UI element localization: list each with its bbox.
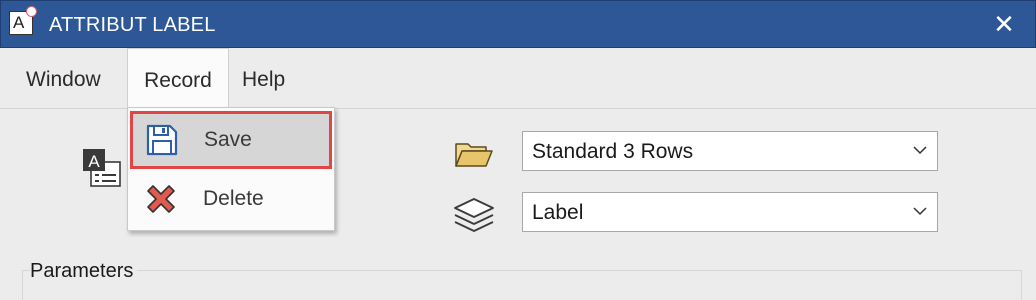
- app-icon: A: [9, 6, 37, 35]
- save-icon: [146, 124, 178, 156]
- app-icon-badge: [26, 6, 37, 17]
- title-bar: A ATTRIBUT LABEL ✕: [0, 0, 1036, 48]
- layers-icon: [454, 198, 494, 232]
- chevron-down-icon: [913, 207, 927, 216]
- template-select[interactable]: Standard 3 Rows: [522, 131, 938, 171]
- template-select-value: Standard 3 Rows: [532, 140, 694, 163]
- parameters-group: [22, 270, 1022, 300]
- delete-icon: [147, 185, 175, 213]
- menu-item-save-label: Save: [204, 128, 252, 151]
- menu-record[interactable]: Record: [127, 48, 229, 107]
- app-icon-letter: A: [13, 13, 25, 32]
- record-menu: Save Delete: [127, 107, 335, 231]
- menu-item-delete[interactable]: Delete: [130, 170, 332, 228]
- layer-select[interactable]: Label: [522, 192, 938, 232]
- close-button[interactable]: ✕: [991, 10, 1017, 38]
- svg-text:A: A: [88, 152, 100, 171]
- menu-help[interactable]: Help: [242, 48, 285, 108]
- window-title: ATTRIBUT LABEL: [49, 14, 216, 36]
- layer-select-value: Label: [532, 201, 584, 224]
- chevron-down-icon: [913, 146, 927, 155]
- menu-window[interactable]: Window: [26, 48, 101, 108]
- parameters-label: Parameters: [30, 260, 138, 283]
- menu-bar: Window Record Help: [0, 48, 1036, 108]
- menu-item-save[interactable]: Save: [130, 111, 332, 169]
- attribute-list-icon: A A: [83, 149, 121, 187]
- close-icon: ✕: [993, 9, 1015, 39]
- folder-icon: [455, 143, 493, 167]
- menu-item-delete-label: Delete: [203, 187, 264, 210]
